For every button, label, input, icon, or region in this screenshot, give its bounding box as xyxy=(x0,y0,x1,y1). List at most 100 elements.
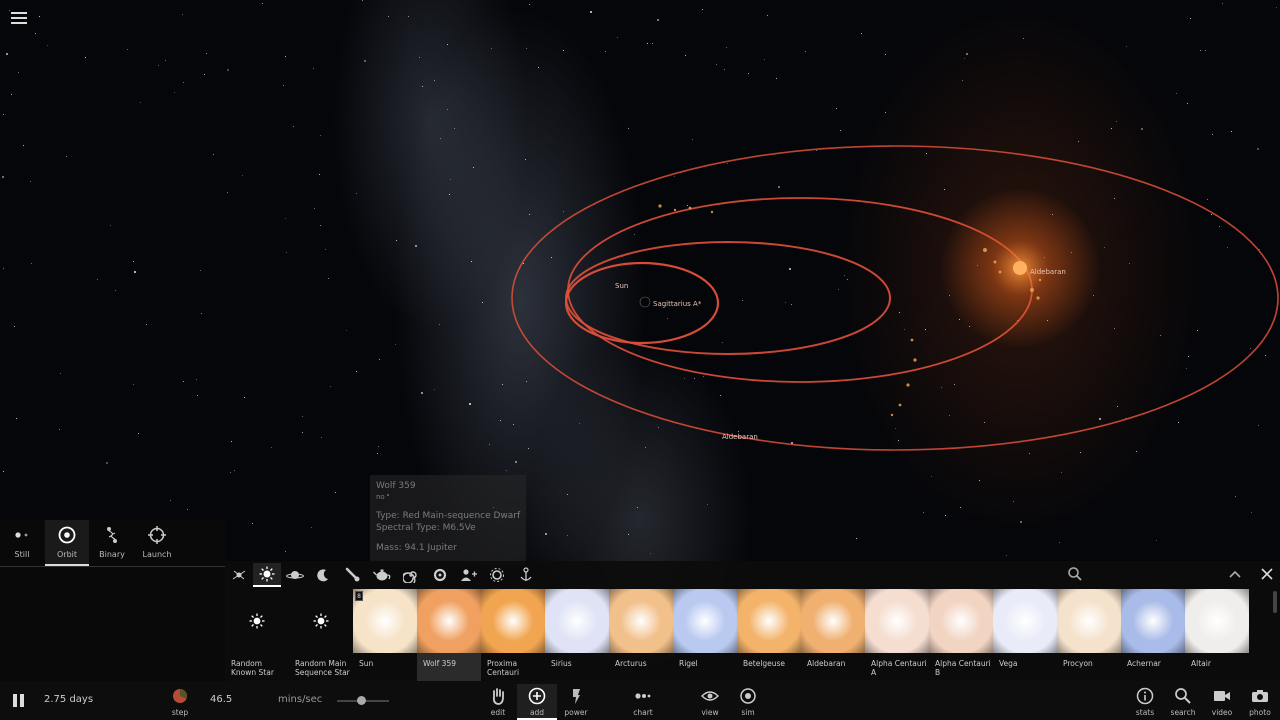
chart-button[interactable]: chart xyxy=(623,684,663,720)
power-button[interactable]: power xyxy=(556,684,596,720)
aldebaran-orbit-label[interactable]: Aldebaran xyxy=(722,433,758,441)
black-hole xyxy=(639,296,651,308)
category-moon-icon[interactable] xyxy=(309,563,337,587)
category-star-icon[interactable] xyxy=(253,563,281,587)
sim-time: 2.75 days xyxy=(44,694,94,705)
list-item-star[interactable]: Altair xyxy=(1185,589,1249,681)
list-item-star[interactable]: Arcturus xyxy=(609,589,673,681)
category-planet-icon[interactable] xyxy=(281,563,309,587)
sagittarius-label[interactable]: Sagittarius A* xyxy=(653,300,701,308)
star-thumbnail xyxy=(801,589,865,653)
star-thumbnail xyxy=(737,589,801,653)
star-thumbnail xyxy=(545,589,609,653)
hamburger-menu-icon[interactable] xyxy=(11,12,27,26)
chevron-up-icon[interactable] xyxy=(1227,566,1243,586)
edit-button[interactable]: edit xyxy=(478,684,518,720)
mode-orbit-label: Orbit xyxy=(56,550,78,559)
video-button[interactable]: video xyxy=(1202,684,1242,720)
item-label: Betelgeuse xyxy=(743,659,786,668)
star-thumbnail xyxy=(929,589,993,653)
item-label: Random Known Star xyxy=(231,659,274,677)
add-object-panel: Random Known Star Random Main Sequence S… xyxy=(225,561,1280,681)
category-teapot-icon[interactable] xyxy=(368,563,396,587)
placement-mode-panel: Still Orbit Binary Launch xyxy=(0,520,225,681)
category-people-icon[interactable] xyxy=(455,563,483,587)
category-ring-icon[interactable] xyxy=(426,563,454,587)
star-thumbnail xyxy=(417,589,481,653)
step-label: step xyxy=(171,708,189,717)
panel-scrollbar[interactable] xyxy=(1273,591,1277,613)
list-item-star[interactable]: 8 Sun xyxy=(353,589,417,681)
slider-knob[interactable] xyxy=(357,696,366,705)
star-tooltip: Wolf 359 no Type: Red Main-sequence Dwar… xyxy=(370,475,526,565)
speed-unit: mins/sec xyxy=(278,694,323,705)
aldebaran-label[interactable]: Aldebaran xyxy=(1030,268,1066,276)
bottom-toolbar: 2.75 days step 46.5 mins/sec edit add po… xyxy=(0,681,1280,720)
sun-label[interactable]: Sun xyxy=(615,282,628,290)
list-item-star[interactable]: Betelgeuse xyxy=(737,589,801,681)
view-button[interactable]: view xyxy=(690,684,730,720)
mode-divider xyxy=(0,566,225,567)
search-button[interactable]: search xyxy=(1163,684,1203,720)
stats-button[interactable]: stats xyxy=(1125,684,1165,720)
sim-button[interactable]: sim xyxy=(728,684,768,720)
launch-icon xyxy=(135,520,179,550)
list-item-random-known-star[interactable]: Random Known Star xyxy=(225,589,289,681)
random-star-thumb xyxy=(225,589,289,653)
star-thumbnail xyxy=(1185,589,1249,653)
item-label: Alpha Centauri A xyxy=(871,659,927,677)
item-label: Aldebaran xyxy=(807,659,846,668)
list-item-star[interactable]: Proxima Centauri xyxy=(481,589,545,681)
list-item-star[interactable]: Procyon xyxy=(1057,589,1121,681)
star-thumbnail xyxy=(993,589,1057,653)
item-label: Sun xyxy=(359,659,374,668)
star-thumbnail xyxy=(1121,589,1185,653)
category-settings-icon[interactable] xyxy=(483,563,511,587)
pause-icon[interactable] xyxy=(13,694,25,707)
camera-icon xyxy=(1240,684,1280,708)
item-label: Vega xyxy=(999,659,1018,668)
list-item-star[interactable]: Alpha Centauri B xyxy=(929,589,993,681)
edit-label: edit xyxy=(490,708,506,717)
aldebaran-body xyxy=(1013,261,1027,275)
add-button[interactable]: add xyxy=(517,684,557,720)
list-item-star[interactable]: Aldebaran xyxy=(801,589,865,681)
item-label: Altair xyxy=(1191,659,1211,668)
orbit-icon xyxy=(45,520,89,550)
item-label: Alpha Centauri B xyxy=(935,659,991,677)
photo-button[interactable]: photo xyxy=(1240,684,1280,720)
list-item-star[interactable]: Wolf 359 xyxy=(417,589,481,681)
orbit-path-outer xyxy=(511,145,1279,451)
category-galaxy-icon[interactable] xyxy=(225,563,253,587)
mode-binary-label: Binary xyxy=(99,550,125,559)
star-thumbnail xyxy=(673,589,737,653)
star-thumbnail: 8 xyxy=(353,589,417,653)
mode-still-button[interactable]: Still xyxy=(0,520,44,566)
list-item-star[interactable]: Alpha Centauri A xyxy=(865,589,929,681)
category-spiral-icon[interactable] xyxy=(397,563,425,587)
mode-launch-button[interactable]: Launch xyxy=(135,520,179,566)
item-label: Arcturus xyxy=(615,659,647,668)
panel-search-icon[interactable] xyxy=(1067,566,1083,586)
item-label: Rigel xyxy=(679,659,698,668)
eye-icon xyxy=(690,684,730,708)
step-button[interactable]: step xyxy=(160,684,200,720)
list-item-star[interactable]: Rigel xyxy=(673,589,737,681)
item-label: Procyon xyxy=(1063,659,1093,668)
mode-binary-button[interactable]: Binary xyxy=(90,520,134,566)
object-list: Random Known Star Random Main Sequence S… xyxy=(225,589,1265,681)
power-label: power xyxy=(564,708,588,717)
star-thumbnail xyxy=(865,589,929,653)
list-item-star[interactable]: Vega xyxy=(993,589,1057,681)
list-item-star[interactable]: Sirius xyxy=(545,589,609,681)
tooltip-spectral: Spectral Type: M6.5Ve xyxy=(376,523,476,533)
list-item-random-main-sequence-star[interactable]: Random Main Sequence Star xyxy=(289,589,353,681)
category-anchor-icon[interactable] xyxy=(512,563,540,587)
item-badge: 8 xyxy=(355,591,363,601)
mode-orbit-button[interactable]: Orbit xyxy=(45,520,89,566)
category-comet-icon[interactable] xyxy=(339,563,367,587)
speed-slider[interactable] xyxy=(337,696,389,705)
close-icon[interactable] xyxy=(1259,566,1275,586)
item-label: Wolf 359 xyxy=(423,659,456,668)
list-item-star[interactable]: Achernar xyxy=(1121,589,1185,681)
